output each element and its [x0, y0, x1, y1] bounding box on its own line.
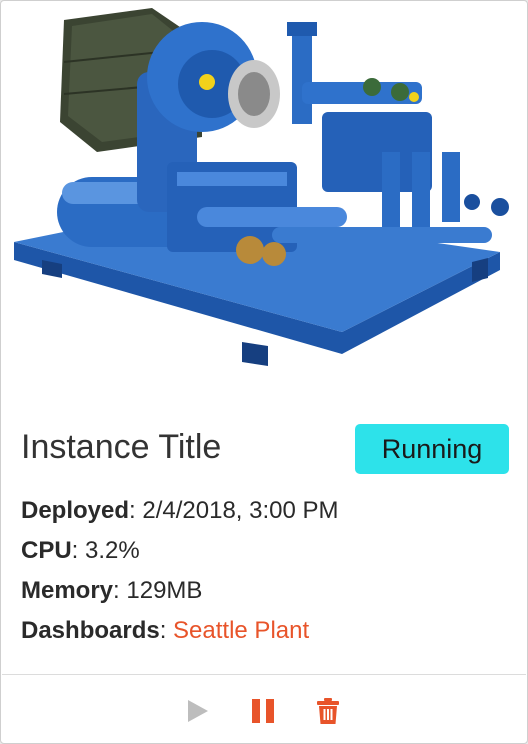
- detail-label: Dashboards: [21, 617, 160, 644]
- detail-cpu: CPU: 3.2%: [21, 531, 511, 571]
- action-bar: [1, 691, 527, 731]
- instance-image: [2, 2, 526, 402]
- instance-card: Instance Title Running Deployed: 2/4/201…: [0, 0, 528, 744]
- instance-title: Instance Title: [21, 428, 222, 466]
- trash-icon: [317, 698, 339, 724]
- detail-label: Deployed: [21, 497, 130, 524]
- detail-value: 3.2%: [85, 537, 140, 564]
- detail-separator: :: [113, 577, 127, 604]
- detail-deployed: Deployed: 2/4/2018, 3:00 PM: [21, 491, 511, 531]
- detail-value: 2/4/2018, 3:00 PM: [142, 497, 339, 524]
- detail-separator: :: [71, 537, 86, 564]
- dashboard-link[interactable]: Seattle Plant: [173, 617, 309, 644]
- divider: [2, 674, 526, 675]
- detail-memory: Memory: 129MB: [21, 571, 511, 611]
- detail-separator: :: [129, 497, 143, 524]
- detail-label: Memory: [21, 577, 114, 604]
- pause-icon: [252, 699, 274, 723]
- delete-button[interactable]: [308, 691, 348, 731]
- play-button[interactable]: [177, 691, 217, 731]
- detail-label: CPU: [21, 537, 72, 564]
- play-icon: [188, 700, 208, 722]
- compressor-illustration: [14, 8, 509, 366]
- detail-separator: :: [159, 617, 174, 644]
- instance-details: Deployed: 2/4/2018, 3:00 PM CPU: 3.2% Me…: [21, 491, 511, 651]
- detail-dashboards: Dashboards: Seattle Plant: [21, 611, 511, 651]
- card-header: Instance Title Running: [21, 421, 509, 475]
- pause-button[interactable]: [243, 691, 283, 731]
- status-badge: Running: [355, 424, 509, 474]
- detail-value: 129MB: [126, 577, 203, 604]
